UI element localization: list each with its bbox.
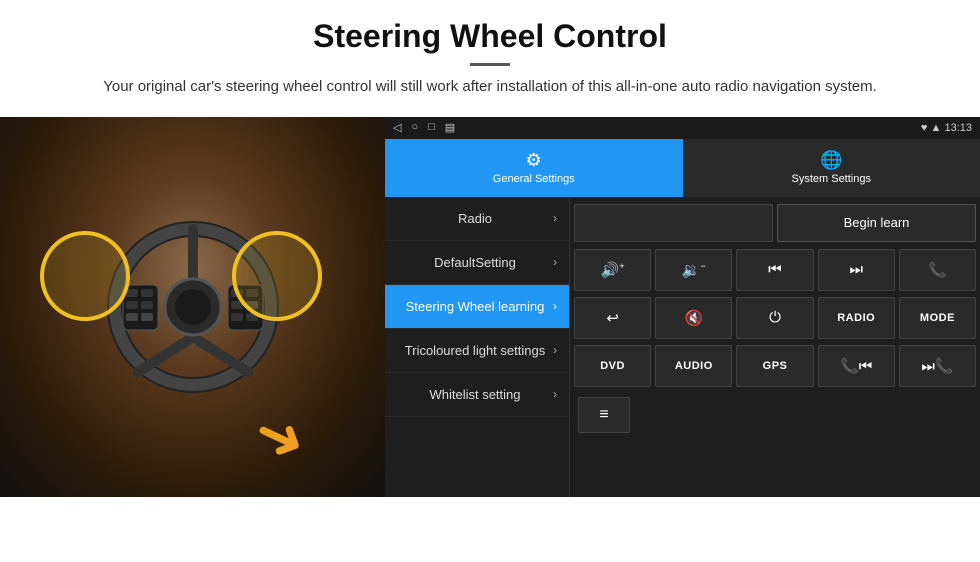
vol-down-button[interactable]: 🔉− (655, 249, 732, 291)
menu-item-whitelist-label: Whitelist setting (397, 387, 553, 402)
audio-button[interactable]: AUDIO (655, 345, 732, 387)
tab-system-settings[interactable]: 🌐 System Settings (683, 139, 980, 197)
gps-button[interactable]: GPS (736, 345, 813, 387)
content-area: Radio › DefaultSetting › Steering Wheel … (385, 197, 980, 497)
general-settings-label: General Settings (493, 173, 575, 185)
control-row-3: DVD AUDIO GPS 📞⏮ ⏭📞 (574, 345, 976, 389)
tel-prev-button[interactable]: 📞⏮ (818, 345, 895, 387)
status-bar: ◁ ○ □ ▤ ♥ ▲ 13:13 (385, 117, 980, 139)
radio-mode-button[interactable]: RADIO (818, 297, 895, 339)
prev-track-icon: ⏮ (768, 261, 782, 278)
call-end-icon: ↩ (606, 309, 619, 327)
menu-item-default-setting[interactable]: DefaultSetting › (385, 241, 569, 285)
tel-prev-icon: 📞⏮ (840, 357, 872, 375)
status-bar-left: ◁ ○ □ ▤ (393, 121, 455, 134)
tel-next-icon: ⏭📞 (921, 357, 953, 375)
menu-item-whitelist[interactable]: Whitelist setting › (385, 373, 569, 417)
menu-tricoloured-chevron: › (553, 343, 557, 357)
highlight-circle-left (40, 231, 130, 321)
radio-label: RADIO (837, 312, 875, 324)
menu-item-tricoloured-label: Tricoloured light settings (397, 343, 553, 358)
menu-steering-chevron: › (553, 299, 557, 313)
system-settings-icon: 🌐 (820, 150, 842, 171)
status-bar-right: ♥ ▲ 13:13 (921, 122, 972, 134)
vol-down-icon: 🔉− (682, 261, 706, 279)
blank-input-box (574, 204, 773, 242)
phone-icon: 📞 (928, 261, 947, 279)
tablet-panel: ◁ ○ □ ▤ ♥ ▲ 13:13 ⚙ General Settings 🌐 (385, 117, 980, 497)
whitelist-area: ≡ (574, 393, 976, 437)
vol-up-icon: 🔊+ (601, 261, 625, 279)
control-panel: Begin learn 🔊+ 🔉− ⏮ (570, 197, 980, 497)
menu-radio-chevron: › (553, 211, 557, 225)
next-track-icon: ⏭ (849, 261, 863, 278)
prev-track-button[interactable]: ⏮ (736, 249, 813, 291)
general-settings-icon: ⚙ (526, 150, 542, 171)
power-button[interactable]: ⏻ (736, 297, 813, 339)
power-icon: ⏻ (769, 309, 781, 326)
mute-icon: 🔇 (684, 309, 703, 327)
control-row-1: 🔊+ 🔉− ⏮ ⏭ 📞 (574, 249, 976, 293)
menu-item-steering-wheel[interactable]: Steering Wheel learning › (385, 285, 569, 329)
highlight-circle-right (232, 231, 322, 321)
system-settings-label: System Settings (792, 173, 871, 185)
car-image-panel: ➜ (0, 117, 385, 497)
dvd-button[interactable]: DVD (574, 345, 651, 387)
main-content: ➜ ◁ ○ □ ▤ ♥ ▲ 13:13 ⚙ (0, 117, 980, 497)
vol-up-button[interactable]: 🔊+ (574, 249, 651, 291)
page-header: Steering Wheel Control Your original car… (0, 0, 980, 109)
tel-next-button[interactable]: ⏭📞 (899, 345, 976, 387)
menu-item-tricoloured[interactable]: Tricoloured light settings › (385, 329, 569, 373)
mute-button[interactable]: 🔇 (655, 297, 732, 339)
dvd-label: DVD (600, 360, 625, 372)
settings-tabs: ⚙ General Settings 🌐 System Settings (385, 139, 980, 197)
arrow-overlay: ➜ (244, 399, 315, 475)
menu-default-chevron: › (553, 255, 557, 269)
list-icon: ≡ (599, 406, 608, 424)
clock: 13:13 (944, 122, 972, 134)
menu-item-steering-label: Steering Wheel learning (397, 299, 553, 314)
begin-learn-row: Begin learn (574, 201, 976, 245)
menu-whitelist-chevron: › (553, 387, 557, 401)
audio-label: AUDIO (675, 360, 713, 372)
title-divider (470, 63, 510, 66)
car-image-bg: ➜ (0, 117, 385, 497)
menu-item-radio-label: Radio (397, 211, 553, 226)
nav-recent-icon: □ (428, 121, 435, 134)
nav-menu-icon: ▤ (445, 121, 455, 134)
phone-button[interactable]: 📞 (899, 249, 976, 291)
menu-item-default-label: DefaultSetting (397, 255, 553, 270)
begin-learn-button[interactable]: Begin learn (777, 204, 976, 242)
wifi-icon: ♥ ▲ (921, 122, 941, 134)
nav-back-icon: ◁ (393, 121, 401, 134)
control-row-2: ↩ 🔇 ⏻ RADIO MODE (574, 297, 976, 341)
mode-button[interactable]: MODE (899, 297, 976, 339)
menu-list: Radio › DefaultSetting › Steering Wheel … (385, 197, 570, 497)
page-wrapper: Steering Wheel Control Your original car… (0, 0, 980, 497)
tab-general-settings[interactable]: ⚙ General Settings (385, 139, 683, 197)
page-title: Steering Wheel Control (40, 18, 940, 55)
mode-label: MODE (920, 312, 955, 324)
page-subtitle: Your original car's steering wheel contr… (40, 76, 940, 99)
call-end-button[interactable]: ↩ (574, 297, 651, 339)
gps-label: GPS (763, 360, 788, 372)
nav-home-icon: ○ (411, 121, 418, 134)
menu-item-radio[interactable]: Radio › (385, 197, 569, 241)
whitelist-icon-button[interactable]: ≡ (578, 397, 630, 433)
next-track-button[interactable]: ⏭ (818, 249, 895, 291)
